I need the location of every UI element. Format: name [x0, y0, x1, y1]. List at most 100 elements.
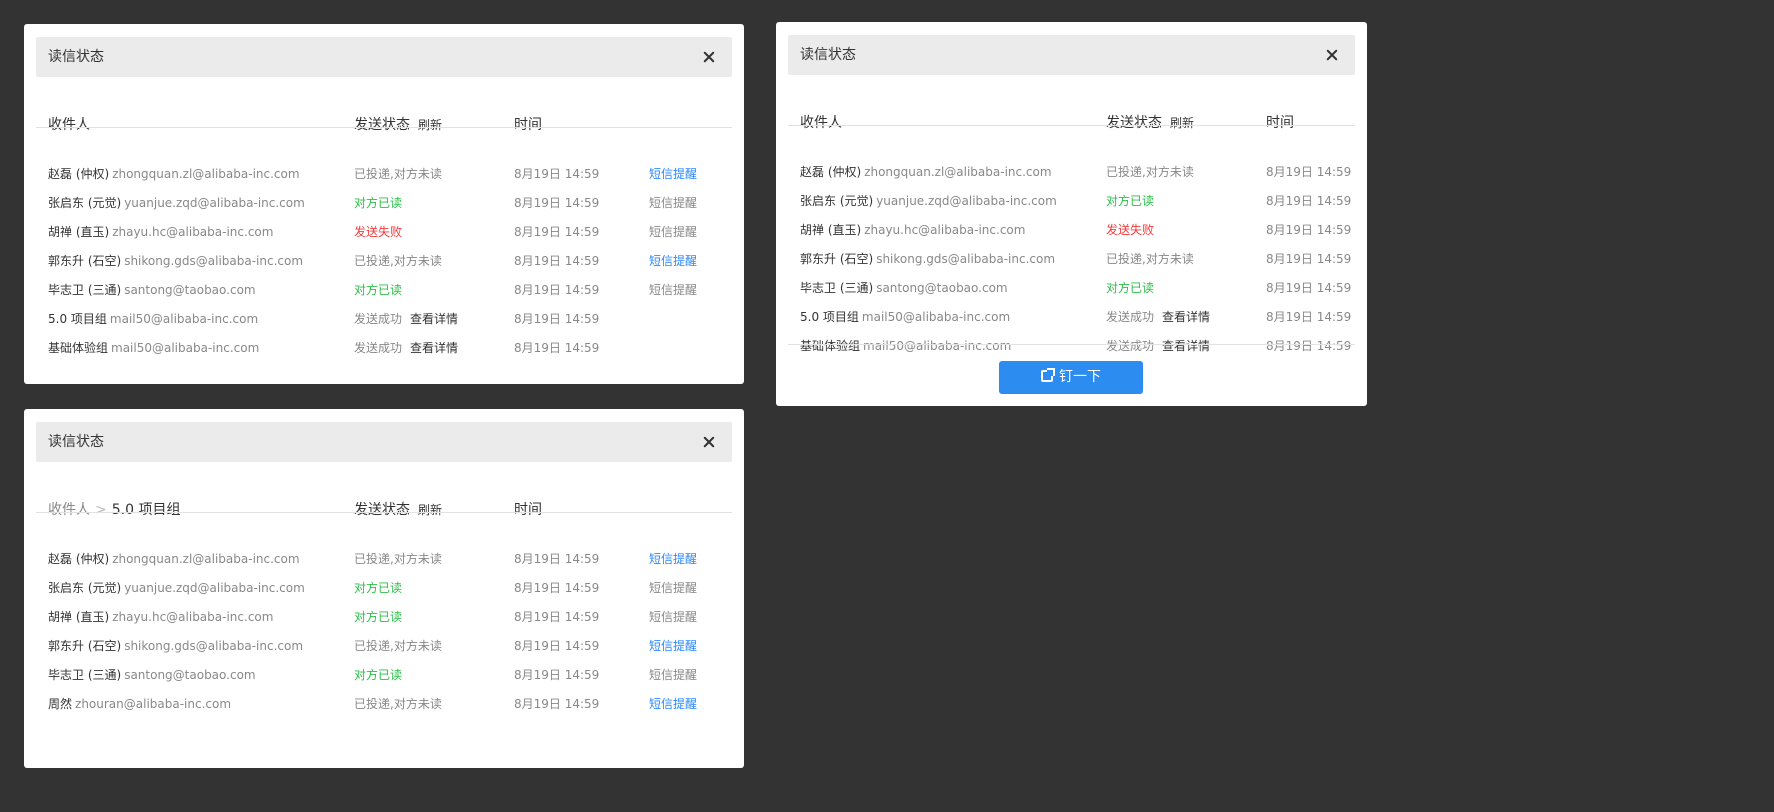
table-row: 基础体验组 mail50@alibaba-inc.com 发送成功 查看详情 8月19日… — [24, 338, 744, 358]
status-cell: 已投递,对方未读 — [354, 164, 442, 184]
table-row: 胡禅 (直玉) zhayu.hc@alibaba-inc.com 对方已读 8月19日… — [24, 607, 744, 627]
close-icon[interactable] — [694, 42, 724, 72]
status-text: 已投递,对方未读 — [354, 697, 442, 711]
recipient-cell: 郭东升 (石空) shikong.gds@alibaba-inc.com — [48, 636, 303, 656]
pin-button[interactable]: 钉一下 — [999, 361, 1143, 394]
status-text: 对方已读 — [354, 196, 403, 210]
refresh-button[interactable]: 刷新 — [1170, 116, 1194, 130]
time-cell: 8月19日 14:59 — [1266, 194, 1352, 208]
sms-reminder-link[interactable]: 短信提醒 — [649, 549, 697, 569]
column-header-status-label: 发送状态 — [1106, 115, 1162, 131]
recipient-email: mail50@alibaba-inc.com — [111, 341, 260, 355]
table-row: 胡禅 (直玉) zhayu.hc@alibaba-inc.com 发送失败 8月19日… — [24, 222, 744, 242]
recipient-name: 赵磊 (仲权) — [800, 165, 862, 179]
dialog-title: 读信状态 — [48, 434, 104, 450]
sms-reminder-link[interactable]: 短信提醒 — [649, 607, 697, 627]
sms-reminder-link[interactable]: 短信提醒 — [649, 636, 697, 656]
status-text: 对方已读 — [354, 283, 403, 297]
recipient-cell: 郭东升 (石空) shikong.gds@alibaba-inc.com — [48, 251, 303, 271]
status-cell: 发送成功 查看详情 — [354, 338, 458, 358]
status-text: 发送成功 — [354, 341, 403, 355]
header-divider — [788, 125, 1355, 126]
time-cell: 8月19日 14:59 — [514, 610, 600, 624]
sms-reminder-link[interactable]: 短信提醒 — [649, 280, 697, 300]
sms-reminder-link[interactable]: 短信提醒 — [649, 193, 697, 213]
sms-reminder-link[interactable]: 短信提醒 — [649, 578, 697, 598]
table-row: 胡禅 (直玉) zhayu.hc@alibaba-inc.com 发送失败 8月19日… — [776, 220, 1367, 240]
table-row: 张启东 (元觉) yuanjue.zqd@alibaba-inc.com 对方已读 8… — [24, 578, 744, 598]
column-header-status-label: 发送状态 — [354, 117, 410, 133]
table-row: 郭东升 (石空) shikong.gds@alibaba-inc.com 已投递,对… — [24, 251, 744, 271]
pin-icon — [1041, 368, 1055, 382]
recipient-name: 基础体验组 — [48, 341, 109, 355]
recipient-email: zhongquan.zl@alibaba-inc.com — [112, 167, 300, 181]
recipient-email: yuanjue.zqd@alibaba-inc.com — [124, 581, 305, 595]
dialog-title: 读信状态 — [48, 49, 104, 65]
recipient-cell: 毕志卫 (三通) santong@taobao.com — [48, 665, 256, 685]
recipient-cell: 张启东 (元觉) yuanjue.zqd@alibaba-inc.com — [48, 193, 305, 213]
refresh-button[interactable]: 刷新 — [418, 503, 442, 517]
column-header-time: 时间 — [514, 117, 542, 133]
view-details-link[interactable]: 查看详情 — [1162, 339, 1210, 353]
recipient-email: santong@taobao.com — [124, 283, 256, 297]
status-cell: 对方已读 — [354, 578, 402, 598]
recipient-cell: 张启东 (元觉) yuanjue.zqd@alibaba-inc.com — [800, 191, 1057, 211]
time-cell: 8月19日 14:59 — [514, 312, 600, 326]
sms-reminder-link[interactable]: 短信提醒 — [649, 251, 697, 271]
view-details-link[interactable]: 查看详情 — [410, 312, 458, 326]
time-cell: 8月19日 14:59 — [1266, 165, 1352, 179]
dialog-title: 读信状态 — [800, 47, 856, 63]
status-text: 已投递,对方未读 — [1106, 165, 1194, 179]
time-cell: 8月19日 14:59 — [1266, 252, 1352, 266]
recipient-cell: 胡禅 (直玉) zhayu.hc@alibaba-inc.com — [48, 607, 273, 627]
view-details-link[interactable]: 查看详情 — [1162, 310, 1210, 324]
table-row: 张启东 (元觉) yuanjue.zqd@alibaba-inc.com 对方已读 8… — [24, 193, 744, 213]
sms-reminder-link[interactable]: 短信提醒 — [649, 665, 697, 685]
sms-reminder-link[interactable]: 短信提醒 — [649, 222, 697, 242]
close-icon[interactable] — [694, 427, 724, 457]
recipient-cell: 郭东升 (石空) shikong.gds@alibaba-inc.com — [800, 249, 1055, 269]
status-text: 已投递,对方未读 — [1106, 252, 1194, 266]
status-text: 发送成功 — [1106, 310, 1155, 324]
recipient-cell: 基础体验组 mail50@alibaba-inc.com — [800, 336, 1011, 356]
sms-reminder-link[interactable]: 短信提醒 — [649, 694, 697, 714]
recipient-cell: 周然 zhouran@alibaba-inc.com — [48, 694, 231, 714]
recipient-email: shikong.gds@alibaba-inc.com — [124, 639, 304, 653]
sms-reminder-link[interactable]: 短信提醒 — [649, 164, 697, 184]
time-cell: 8月19日 14:59 — [514, 254, 600, 268]
column-header-status-label: 发送状态 — [354, 502, 410, 518]
recipient-email: mail50@alibaba-inc.com — [861, 310, 1011, 324]
time-cell: 8月19日 14:59 — [514, 668, 600, 682]
status-text: 对方已读 — [1106, 281, 1155, 295]
column-header-status: 发送状态 刷新 — [354, 115, 442, 135]
recipient-cell: 胡禅 (直玉) zhayu.hc@alibaba-inc.com — [48, 222, 273, 242]
status-cell: 对方已读 — [354, 193, 402, 213]
close-icon[interactable] — [1317, 40, 1347, 70]
header-divider — [36, 127, 732, 128]
refresh-button[interactable]: 刷新 — [418, 118, 442, 132]
recipient-cell: 赵磊 (仲权) zhongquan.zl@alibaba-inc.com — [48, 549, 300, 569]
column-header-recipient: 收件人 — [800, 115, 842, 131]
status-cell: 发送成功 查看详情 — [354, 309, 458, 329]
breadcrumb-root[interactable]: 收件人 — [48, 502, 90, 518]
time-cell: 8月19日 14:59 — [514, 283, 600, 297]
status-cell: 对方已读 — [354, 280, 402, 300]
status-text: 发送成功 — [1106, 339, 1155, 353]
recipient-email: zhongquan.zl@alibaba-inc.com — [864, 165, 1052, 179]
table-row: 毕志卫 (三通) santong@taobao.com 对方已读 8月19日 14:5… — [776, 278, 1367, 298]
recipient-cell: 毕志卫 (三通) santong@taobao.com — [800, 278, 1008, 298]
status-cell: 发送成功 查看详情 — [1106, 336, 1210, 356]
time-cell: 8月19日 14:59 — [1266, 223, 1352, 237]
recipient-cell: 基础体验组 mail50@alibaba-inc.com — [48, 338, 259, 358]
status-cell: 已投递,对方未读 — [354, 694, 442, 714]
view-details-link[interactable]: 查看详情 — [410, 341, 458, 355]
dialog-titlebar: 读信状态 — [36, 37, 732, 77]
recipient-name: 张启东 (元觉) — [48, 196, 122, 210]
breadcrumb-current: 5.0 项目组 — [111, 502, 181, 518]
time-cell: 8月19日 14:59 — [514, 581, 600, 595]
read-status-dialog-group: 读信状态 收件人 >5.0 项目组 发送状态 刷新 时间 赵磊 (仲权) zhongq… — [24, 409, 744, 768]
column-header-time: 时间 — [1266, 115, 1294, 131]
status-cell: 已投递,对方未读 — [354, 251, 442, 271]
column-header-status: 发送状态 刷新 — [1106, 113, 1194, 133]
dialog-titlebar: 读信状态 — [788, 35, 1355, 75]
